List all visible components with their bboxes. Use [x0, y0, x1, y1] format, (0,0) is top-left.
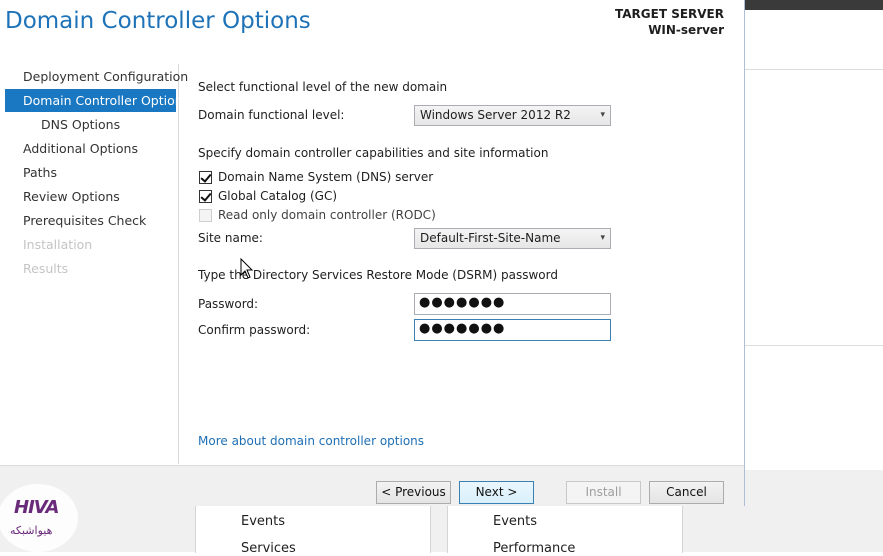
domain-level-value: Windows Server 2012 R2: [420, 108, 571, 122]
password-field[interactable]: ●●●●●●●: [414, 293, 611, 315]
nav-item-prerequisites-check[interactable]: Prerequisites Check: [5, 209, 176, 232]
capabilities-heading: Specify domain controller capabilities a…: [198, 146, 549, 160]
more-about-link[interactable]: More about domain controller options: [198, 434, 424, 448]
add-roles-wizard: Domain Controller Options TARGET SERVER …: [0, 0, 745, 506]
background-divider: [745, 69, 883, 70]
rodc-checkbox: [199, 209, 212, 222]
site-name-select[interactable]: Default-First-Site-Name ▾: [414, 228, 611, 249]
wizard-navigation: Deployment Configuration Domain Controll…: [0, 64, 189, 464]
nav-item-review-options[interactable]: Review Options: [5, 185, 176, 208]
watermark-logo-mark: HIVA: [14, 497, 59, 518]
nav-item-dns-options[interactable]: DNS Options: [5, 113, 176, 136]
nav-item-additional-options[interactable]: Additional Options: [5, 137, 176, 160]
background-tile-1: Events Services: [195, 505, 431, 556]
next-button[interactable]: Next >: [459, 481, 534, 504]
nav-item-domain-controller-options[interactable]: Domain Controller Options: [5, 89, 189, 112]
nav-item-installation: Installation: [23, 237, 93, 252]
global-catalog-checkbox[interactable]: [199, 190, 212, 203]
dns-server-label[interactable]: Domain Name System (DNS) server: [218, 170, 433, 184]
tile-performance-link[interactable]: Performance: [493, 541, 575, 556]
dns-server-checkbox[interactable]: [199, 171, 212, 184]
site-name-label: Site name:: [198, 231, 263, 245]
watermark-logo-text: هیواشبکه: [10, 524, 53, 537]
global-catalog-label[interactable]: Global Catalog (GC): [218, 189, 337, 203]
cancel-button[interactable]: Cancel: [649, 481, 724, 504]
install-button: Install: [566, 481, 641, 504]
previous-button[interactable]: < Previous: [376, 481, 451, 504]
confirm-password-label: Confirm password:: [198, 323, 311, 337]
tile-services-link[interactable]: Services: [241, 541, 296, 556]
domain-level-label: Domain functional level:: [198, 108, 345, 122]
page-title: Domain Controller Options: [5, 8, 311, 34]
nav-item-results: Results: [23, 261, 69, 276]
nav-item-paths[interactable]: Paths: [5, 161, 176, 184]
nav-item-deployment-configuration[interactable]: Deployment Configuration: [5, 65, 188, 88]
site-name-value: Default-First-Site-Name: [420, 231, 561, 245]
domain-functional-level-select[interactable]: Windows Server 2012 R2 ▾: [414, 105, 611, 126]
background-divider: [745, 345, 883, 346]
target-server-name: WIN-server: [648, 23, 724, 37]
tile-events-link[interactable]: Events: [493, 514, 537, 529]
tile-events-link[interactable]: Events: [241, 514, 285, 529]
password-label: Password:: [198, 297, 259, 311]
chevron-down-icon: ▾: [600, 110, 605, 120]
mouse-cursor-icon: [240, 258, 254, 279]
rodc-label: Read only domain controller (RODC): [218, 208, 436, 222]
wizard-footer: < Previous Next > Install Cancel: [0, 465, 744, 506]
chevron-down-icon: ▾: [600, 233, 605, 243]
target-server-label: TARGET SERVER: [615, 7, 724, 21]
background-tile-2: Events Performance: [447, 505, 683, 556]
functional-level-heading: Select functional level of the new domai…: [198, 80, 448, 94]
confirm-password-field[interactable]: ●●●●●●●: [414, 319, 611, 341]
background-titlebar: [745, 0, 883, 10]
